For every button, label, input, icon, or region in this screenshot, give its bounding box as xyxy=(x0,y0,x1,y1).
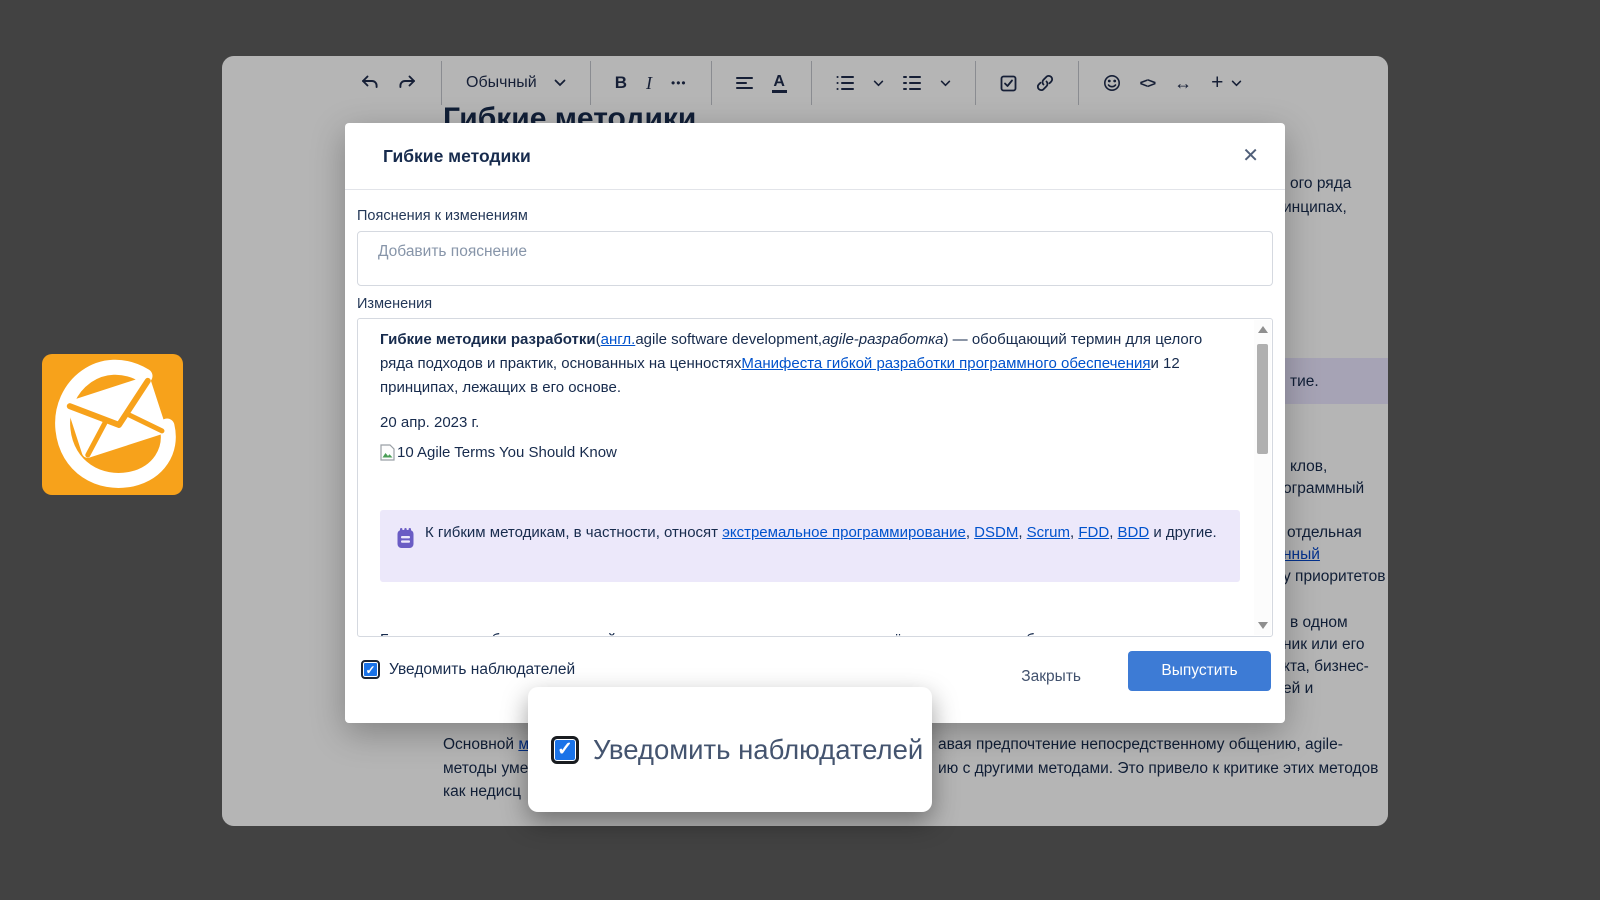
diff-date: 20 апр. 2023 г. xyxy=(380,414,479,431)
explanation-label: Пояснения к изменениям xyxy=(357,208,1273,224)
info-panel-text: К гибким методикам, в частности, относят… xyxy=(425,521,1217,544)
broken-image-icon xyxy=(380,444,395,461)
scroll-up-arrow[interactable] xyxy=(1258,326,1268,333)
changes-scrollbar[interactable] xyxy=(1254,320,1271,635)
diff-paragraph: Гибкие методики разработки(англ.agile so… xyxy=(380,328,1234,399)
changes-label: Изменения xyxy=(357,296,1273,312)
mail-app-logo-icon[interactable] xyxy=(42,354,183,495)
close-icon[interactable]: ✕ xyxy=(1242,146,1259,166)
close-button[interactable]: Закрыть xyxy=(1021,668,1081,686)
publish-dialog: Гибкие методики ✕ Пояснения к изменениям… xyxy=(345,123,1285,723)
bdd-link[interactable]: BDD xyxy=(1118,524,1150,541)
explanation-input[interactable] xyxy=(357,231,1273,286)
scroll-down-arrow[interactable] xyxy=(1258,622,1268,629)
clipped-paragraph: Большинство гибких методологий нацелены … xyxy=(380,631,1065,637)
dialog-title: Гибкие методики xyxy=(383,146,1242,167)
info-panel: К гибким методикам, в частности, относят… xyxy=(380,510,1240,582)
fdd-link[interactable]: FDD xyxy=(1078,524,1109,541)
manifesto-link[interactable]: Манифеста гибкой разработки программного… xyxy=(741,355,1150,372)
notify-watchers-row: ✓ Уведомить наблюдателей xyxy=(361,660,575,679)
magnifier-popup: ✓ Уведомить наблюдателей xyxy=(528,687,932,812)
image-alt-text: 10 Agile Terms You Should Know xyxy=(397,444,617,461)
xp-link[interactable]: экстремальное программирование xyxy=(722,524,966,541)
scrum-link[interactable]: Scrum xyxy=(1027,524,1070,541)
dialog-body: Пояснения к изменениям Изменения Гибкие … xyxy=(345,208,1285,637)
changes-preview: Гибкие методики разработки(англ.agile so… xyxy=(357,318,1273,637)
magnified-notify-checkbox[interactable]: ✓ xyxy=(551,736,579,764)
lang-link[interactable]: англ. xyxy=(601,331,636,348)
magnified-notify-label: Уведомить наблюдателей xyxy=(593,734,923,766)
publish-button[interactable]: Выпустить xyxy=(1128,651,1271,691)
notify-watchers-label: Уведомить наблюдателей xyxy=(389,661,575,679)
dialog-header: Гибкие методики ✕ xyxy=(345,123,1285,190)
dsdm-link[interactable]: DSDM xyxy=(974,524,1018,541)
notify-watchers-checkbox[interactable]: ✓ xyxy=(361,660,380,679)
scrollbar-thumb[interactable] xyxy=(1257,344,1268,454)
broken-image-line: 10 Agile Terms You Should Know xyxy=(380,444,617,461)
note-icon xyxy=(396,527,415,554)
